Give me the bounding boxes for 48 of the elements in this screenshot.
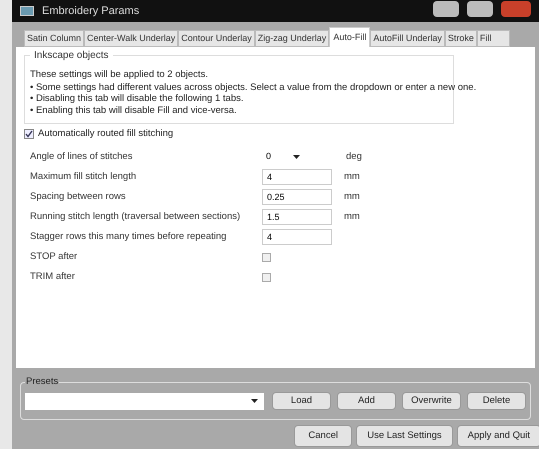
group-title: Inkscape objects (30, 48, 112, 63)
input-field[interactable]: 1.5 (262, 209, 332, 225)
field-label: Spacing between rows (30, 190, 127, 204)
field-label: STOP after (30, 250, 78, 264)
tab[interactable]: Center-Walk Underlay (84, 30, 178, 47)
tab[interactable]: Auto-Fill (329, 27, 370, 47)
window-title: Embroidery Params (42, 4, 140, 19)
checkbox-label: Automatically routed fill stitching (38, 127, 174, 141)
close-button[interactable] (501, 1, 531, 17)
unit-label: deg (346, 150, 362, 164)
unit-label: mm (344, 210, 360, 224)
tab[interactable]: Satin Column (24, 30, 84, 47)
field-label: Maximum fill stitch length (30, 170, 138, 184)
tab[interactable]: Fill (476, 30, 510, 47)
preset-button[interactable]: Load (272, 392, 331, 410)
unit-label: mm (344, 170, 360, 184)
field-label: Stagger rows this many times before repeating (30, 230, 228, 244)
checkbox[interactable] (262, 252, 271, 262)
check-icon (25, 130, 33, 138)
tab[interactable]: Contour Underlay (178, 30, 255, 47)
input-field[interactable]: 0.25 (262, 189, 332, 205)
info-text: • Some settings had different values across objects. Select a value from the dropdown or enter a new one. (30, 82, 476, 93)
caret-icon (251, 399, 258, 403)
dialog-button[interactable]: Cancel (294, 425, 352, 447)
unit-label: mm (344, 190, 360, 204)
tab[interactable]: Zig-zag Underlay (254, 30, 330, 47)
info-text: • Enabling this tab will disable Fill and vice-versa. (30, 104, 238, 116)
info-text: These settings will be applied to 2 objects. (30, 69, 209, 80)
dialog-button[interactable]: Apply and Quit (456, 425, 539, 447)
app-icon (20, 6, 34, 16)
dialog-button[interactable]: Use Last Settings (356, 425, 453, 447)
input-field[interactable]: 4 (262, 229, 332, 245)
field-label: TRIM after (30, 270, 76, 284)
tab[interactable]: AutoFill Underlay (370, 30, 445, 47)
preset-button[interactable]: Delete (467, 392, 526, 410)
preset-button[interactable]: Overwrite (402, 392, 461, 410)
field-label: Running stitch length (traversal between sections) (30, 210, 242, 224)
checkbox[interactable] (24, 129, 34, 140)
preset-dropdown[interactable] (25, 392, 264, 410)
maximize-button[interactable] (467, 1, 493, 17)
preset-button[interactable]: Add (337, 392, 396, 410)
caret-icon (293, 155, 300, 159)
input-field[interactable]: 4 (262, 169, 332, 185)
info-text: • Disabling this tab will disable the following 1 tabs. (30, 93, 244, 104)
field-label: Angle of lines of stitches (30, 150, 134, 164)
checkbox[interactable] (262, 272, 271, 282)
minimize-button[interactable] (433, 1, 459, 17)
tab[interactable]: Stroke (444, 30, 477, 47)
